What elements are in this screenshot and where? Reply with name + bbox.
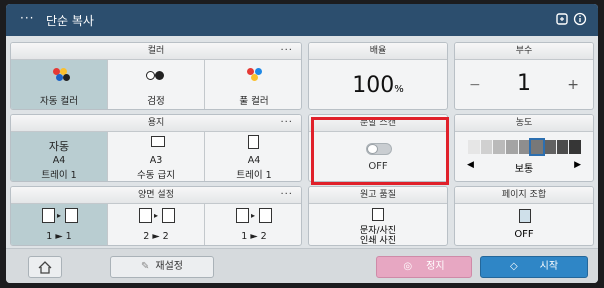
duplex-2to2-label: 2 ► 2 [143, 231, 169, 242]
title-bar: ··· 단순 복사 [6, 4, 598, 36]
duplex-1to1-label: 1 ► 1 [46, 231, 72, 242]
paper-auto-line3: 트레이 1 [41, 170, 77, 181]
home-icon [38, 261, 52, 274]
zoom-header: 배율 [369, 46, 387, 56]
density-header: 농도 [515, 118, 533, 128]
split-scan-header: 분할 스캔 [360, 118, 396, 128]
color-full-label: 풀 컬러 [239, 96, 269, 107]
pencil-icon: ✎ [141, 261, 150, 272]
paper-manual-line2: 수동 급지 [137, 170, 175, 181]
paper-manual-option[interactable]: A3 수동 급지 [108, 132, 205, 181]
copies-panel: 부수 − 1 + [454, 42, 594, 110]
color-full-option[interactable]: 풀 컬러 [205, 60, 301, 109]
paper-header: 용지 [147, 118, 165, 128]
info-icon[interactable] [572, 12, 588, 28]
document-photo-icon [372, 208, 384, 221]
reset-button[interactable]: ✎ 재설정 [110, 256, 214, 278]
combine-header: 페이지 조합 [501, 190, 547, 200]
density-segment[interactable] [544, 140, 556, 154]
more-dots-icon[interactable]: ··· [280, 187, 293, 203]
double-side-icon [139, 208, 152, 223]
paper-panel: 용지 ··· 자동 A4 트레이 1 A3 수동 급지 A4 트레이 1 [10, 114, 302, 182]
density-segment[interactable] [480, 140, 493, 154]
paper-auto-line1: 자동 [48, 140, 70, 153]
double-side-icon [162, 208, 175, 223]
start-icon: ◇ [509, 261, 518, 272]
color-auto-label: 자동 컬러 [40, 96, 78, 107]
paper-auto-line2: A4 [52, 155, 66, 166]
settings-sync-icon[interactable] [554, 12, 570, 28]
reset-label: 재설정 [155, 261, 183, 272]
more-dots-icon[interactable]: ··· [280, 43, 293, 59]
start-button[interactable]: ◇ 시작 [480, 256, 588, 278]
quality-panel[interactable]: 원고 품질 문자/사진 인쇄 사진 [308, 186, 448, 246]
single-side-icon [42, 208, 55, 223]
paper-manual-line1: A3 [149, 155, 163, 166]
density-segment[interactable] [556, 140, 569, 154]
color-panel: 컬러 ··· 자동 컬러 검정 풀 컬러 [10, 42, 302, 110]
zoom-unit: % [394, 84, 404, 95]
split-scan-status: OFF [368, 161, 388, 172]
combine-status: OFF [514, 229, 534, 240]
stop-button[interactable]: ◎ 정지 [376, 256, 472, 278]
stop-label: 정지 [426, 261, 445, 272]
quality-header: 원고 품질 [360, 190, 396, 200]
paper-tray1-line2: 트레이 1 [236, 170, 272, 181]
quality-line2: 인쇄 사진 [360, 236, 396, 246]
density-panel: 농도 ◀ 보통 ▶ [454, 114, 594, 182]
zoom-value: 100 [352, 73, 395, 98]
single-side-icon [236, 208, 249, 223]
density-segment[interactable] [518, 140, 531, 154]
split-scan-panel[interactable]: 분할 스캔 OFF [308, 114, 448, 182]
duplex-panel: 양면 설정 ··· ▸ 1 ► 1 ▸ 2 ► 2 ▸ 1 ► 2 [10, 186, 302, 246]
color-black-label: 검정 [147, 96, 165, 107]
paper-tray1-option[interactable]: A4 트레이 1 [205, 132, 301, 181]
home-button[interactable] [28, 256, 62, 278]
page-combine-icon [519, 209, 531, 223]
color-header: 컬러 [147, 46, 165, 56]
split-scan-toggle[interactable] [366, 143, 392, 155]
density-segment[interactable] [493, 140, 505, 154]
bottom-bar: ✎ 재설정 ◎ 정지 ◇ 시작 [6, 248, 598, 283]
single-side-icon [65, 208, 78, 223]
duplex-2to2-option[interactable]: ▸ 2 ► 2 [108, 204, 205, 245]
density-segment[interactable] [569, 140, 581, 154]
duplex-1to2-option[interactable]: ▸ 1 ► 2 [205, 204, 301, 245]
density-label: 보통 [514, 164, 534, 175]
paper-landscape-icon [151, 136, 165, 147]
paper-auto-option[interactable]: 자동 A4 트레이 1 [11, 132, 108, 181]
more-dots-icon[interactable]: ··· [280, 115, 293, 131]
paper-portrait-icon [248, 135, 259, 149]
menu-dots-icon[interactable]: ··· [20, 11, 34, 25]
copies-header: 부수 [515, 46, 533, 56]
density-segment[interactable] [529, 138, 545, 156]
paper-tray1-line1: A4 [247, 155, 261, 166]
zoom-panel[interactable]: 배율 100% [308, 42, 448, 110]
stop-icon: ◎ [403, 261, 413, 272]
start-label: 시작 [539, 261, 559, 272]
density-right-arrow[interactable]: ▶ [574, 160, 581, 170]
duplex-1to1-option[interactable]: ▸ 1 ► 1 [11, 204, 108, 245]
page-title: 단순 복사 [46, 14, 94, 28]
copier-screen: ··· 단순 복사 컬러 ··· 자동 컬러 검정 풀 컬러 배율 100% 부… [6, 4, 598, 283]
copies-plus-button[interactable]: + [567, 77, 579, 93]
density-level-bar[interactable] [468, 138, 582, 156]
duplex-1to2-label: 1 ► 2 [241, 231, 267, 242]
density-segment[interactable] [506, 140, 518, 154]
duplex-header: 양면 설정 [138, 190, 174, 200]
double-side-icon [259, 208, 272, 223]
color-black-option[interactable]: 검정 [108, 60, 205, 109]
color-auto-option[interactable]: 자동 컬러 [11, 60, 108, 109]
density-segment[interactable] [468, 140, 480, 154]
page-combine-panel[interactable]: 페이지 조합 OFF [454, 186, 594, 246]
